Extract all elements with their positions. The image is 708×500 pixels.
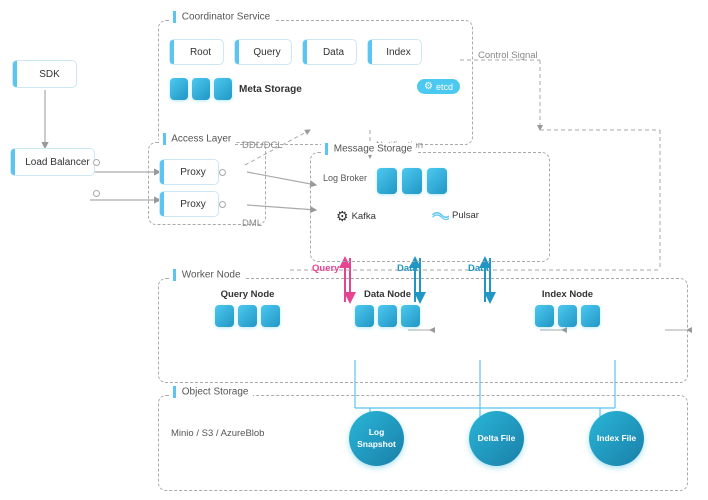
index-node-area: Index Node	[534, 289, 601, 328]
worker-node-label: Worker Node	[169, 269, 245, 281]
index-file-area: Index File	[589, 411, 644, 466]
proxy1-label: Proxy	[180, 167, 206, 178]
query-node-area: Query Node	[214, 289, 281, 328]
log-broker-label: Log Broker	[323, 173, 367, 183]
object-storage-box: Object Storage Minio / S3 / AzureBlob Lo…	[158, 395, 688, 491]
control-signal-label: Control Signal	[478, 50, 538, 61]
root-component: Root	[169, 39, 224, 65]
meta-storage-label: Meta Storage	[239, 84, 302, 95]
index-node-label: Index Node	[534, 289, 601, 300]
proxy1-component: Proxy	[159, 159, 219, 185]
access-layer-label: Access Layer	[159, 133, 235, 145]
index-node-cylinders	[534, 304, 601, 328]
sdk-label: SDK	[39, 69, 60, 80]
log-broker-cylinders	[376, 167, 448, 195]
load-balancer-component: Load Balancer	[10, 148, 95, 176]
index-coord-label: Index	[386, 47, 410, 58]
log-snapshot-label: Log Snapshot	[349, 424, 404, 452]
etcd-badge: ⚙ etcd	[417, 79, 460, 94]
data-node-area: Data Node	[354, 289, 421, 328]
query-coord-component: Query	[234, 39, 292, 65]
load-balancer-label: Load Balancer	[25, 157, 90, 168]
diagram-container: SDK Load Balancer Coordinator Service Ro…	[0, 0, 708, 500]
proxy2-component: Proxy	[159, 191, 219, 217]
data-node-label: Data Node	[354, 289, 421, 300]
query-arrow-label: Query	[312, 263, 339, 274]
query-node-label: Query Node	[214, 289, 281, 300]
worker-node-box: Worker Node Query Node Data Node Index N…	[158, 278, 688, 383]
kafka-text: Kafka	[352, 211, 376, 222]
object-storage-label: Object Storage	[169, 386, 253, 398]
message-storage-label: Message Storage	[321, 143, 416, 155]
access-layer-box: Access Layer Proxy Proxy	[148, 142, 266, 225]
lb-dot2	[93, 190, 100, 197]
message-storage-box: Message Storage Log Broker ⚙ Kafka Pulsa…	[310, 152, 550, 262]
minio-label: Minio / S3 / AzureBlob	[171, 428, 264, 439]
data-arrow-label2: Data	[468, 263, 489, 274]
proxy1-dot	[219, 169, 226, 176]
coordinator-box: Coordinator Service Root Query Data Inde…	[158, 20, 473, 145]
data-coord-component: Data	[302, 39, 357, 65]
ddl-dcl-label: DDL/DCL	[242, 140, 283, 151]
etcd-label: etcd	[436, 82, 453, 92]
index-coord-component: Index	[367, 39, 422, 65]
proxy2-label: Proxy	[180, 199, 206, 210]
delta-file-label: Delta File	[475, 430, 519, 447]
pulsar-text: Pulsar	[452, 210, 479, 221]
root-label: Root	[190, 47, 211, 58]
data-arrow-label1: Data	[397, 263, 418, 274]
query-node-cylinders	[214, 304, 281, 328]
dml-label: DML	[242, 218, 262, 229]
index-file-label: Index File	[594, 430, 639, 447]
data-coord-label: Data	[323, 47, 344, 58]
log-snapshot-area: Log Snapshot	[349, 411, 404, 466]
kafka-label: ⚙ Kafka	[336, 208, 376, 225]
coordinator-label: Coordinator Service	[169, 11, 274, 23]
meta-storage-cylinders	[169, 77, 233, 101]
data-node-cylinders	[354, 304, 421, 328]
query-coord-label: Query	[253, 47, 280, 58]
sdk-component: SDK	[12, 60, 77, 88]
delta-file-area: Delta File	[469, 411, 524, 466]
pulsar-label: Pulsar	[431, 208, 479, 222]
proxy2-dot	[219, 201, 226, 208]
lb-dot1	[93, 159, 100, 166]
